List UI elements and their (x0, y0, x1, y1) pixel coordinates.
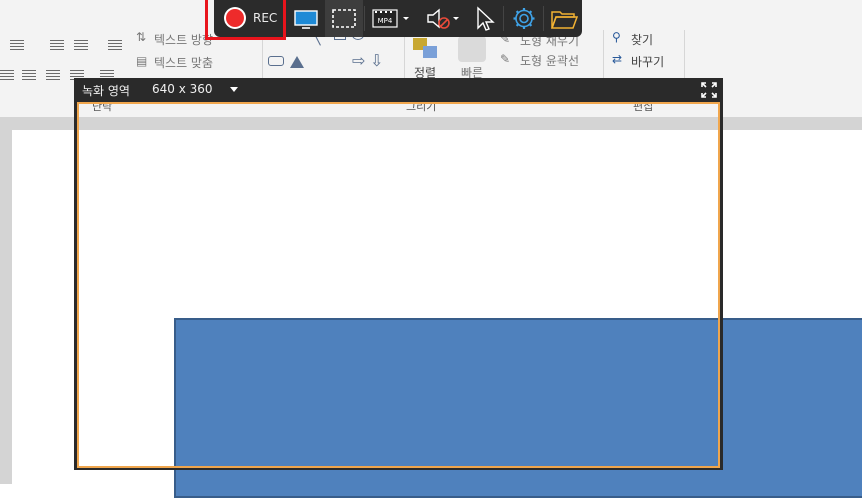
rounded-rect-shape[interactable] (268, 56, 284, 66)
speaker-muted-icon (427, 8, 459, 29)
cursor-button[interactable] (466, 0, 504, 37)
replace-button[interactable]: 바꾸기 (631, 53, 664, 70)
gear-icon (513, 8, 535, 29)
toolbar-divider (543, 6, 544, 31)
rec-button-label[interactable]: REC (253, 11, 277, 25)
text-direction-icon: ⇅ (136, 30, 147, 44)
arrow-right-shape[interactable]: ⇨ (352, 51, 365, 70)
audio-dropdown[interactable] (420, 0, 464, 37)
bullets-icon[interactable] (10, 40, 24, 50)
triangle-shape[interactable] (290, 56, 304, 68)
shapes-gallery[interactable]: ⇨ ⇩ ╲ (268, 30, 388, 80)
find-button[interactable]: 찾기 (631, 31, 653, 48)
shape-outline-button[interactable]: 도형 윤곽선 (520, 52, 579, 69)
toolbar-divider (364, 6, 365, 31)
film-mp4-icon: MP4 (372, 9, 409, 28)
align-left-icon[interactable] (0, 70, 14, 80)
settings-button[interactable] (505, 0, 543, 37)
recording-region-header[interactable]: 녹화 영역 640 x 360 (74, 78, 723, 102)
text-align-button[interactable]: 텍스트 맞춤 (154, 54, 213, 71)
format-label: MP4 (378, 17, 393, 25)
decrease-indent-icon[interactable] (50, 40, 64, 50)
arrow-down-shape[interactable]: ⇩ (370, 51, 383, 70)
record-icon[interactable] (226, 9, 244, 27)
cursor-icon (477, 6, 495, 31)
replace-icon: ⇄ (612, 52, 623, 66)
format-mp4-dropdown[interactable]: MP4 (368, 0, 414, 37)
quick-styles-icon (458, 36, 486, 62)
region-label: 녹화 영역 (82, 84, 130, 98)
shape-outline-icon: ✎ (500, 52, 511, 66)
arrange-icon (413, 38, 441, 62)
chevron-down-icon[interactable] (230, 87, 238, 92)
toolbar-divider (503, 6, 504, 31)
region-size-select[interactable]: 640 x 360 (152, 82, 213, 96)
folder-icon (550, 11, 579, 29)
monitor-icon (294, 10, 318, 29)
increase-indent-icon[interactable] (74, 40, 88, 50)
align-right-icon[interactable] (46, 70, 60, 80)
screen-capture-button[interactable] (287, 0, 325, 37)
align-center-icon[interactable] (22, 70, 36, 80)
line-spacing-icon[interactable] (108, 40, 122, 50)
region-select-button[interactable] (325, 0, 363, 37)
text-align-icon: ▤ (136, 54, 148, 68)
find-icon: ⚲ (612, 30, 621, 44)
open-folder-button[interactable] (545, 0, 583, 37)
dashed-region-icon (332, 9, 356, 28)
fullscreen-icon[interactable] (701, 82, 717, 98)
blue-rectangle-shape[interactable] (174, 318, 862, 498)
